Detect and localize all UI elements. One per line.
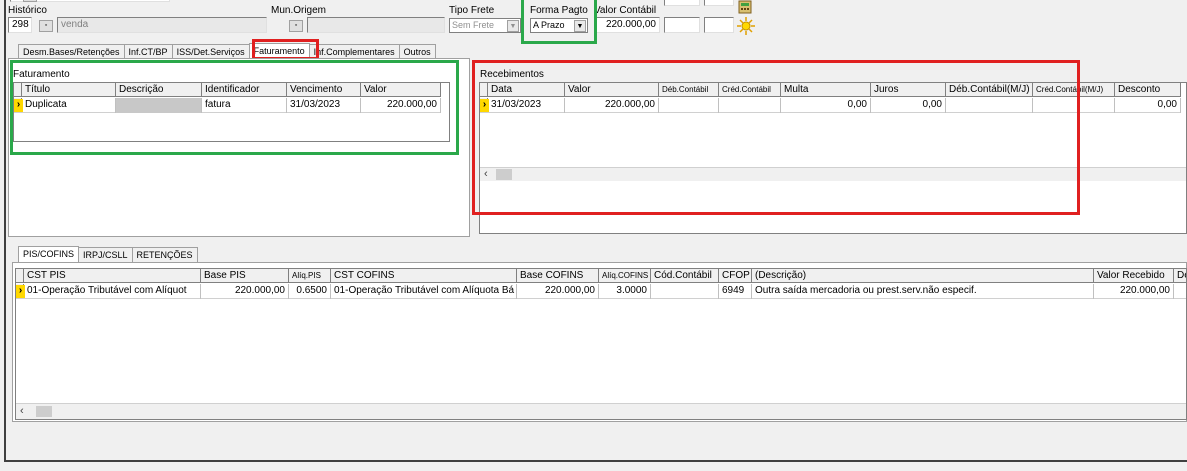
tab-outros[interactable]: Outros bbox=[398, 44, 436, 59]
historico-desc-field[interactable]: venda bbox=[57, 17, 267, 33]
cell-cst-cofins[interactable]: 01-Operação Tributável com Alíquota Bá bbox=[331, 284, 517, 299]
cell-valor-recebido[interactable]: 220.000,00 bbox=[1094, 284, 1174, 299]
tab-inf-complementares[interactable]: Inf.Complementares bbox=[308, 44, 400, 59]
cell-cst-pis[interactable]: 01-Operação Tributável com Alíquot bbox=[24, 284, 201, 299]
mun-origem-label: Mun.Origem bbox=[271, 5, 327, 16]
tab-iss-det-servicos[interactable]: ISS/Det.Serviços bbox=[171, 44, 250, 59]
current-row-icon: › bbox=[16, 285, 25, 298]
table-row[interactable]: › 01-Operação Tributável com Alíquot 220… bbox=[16, 284, 1186, 299]
tab-retencoes[interactable]: RETENÇÕES bbox=[131, 247, 198, 262]
pis-hscrollbar[interactable]: ‹ bbox=[16, 403, 1186, 419]
cell-base-pis[interactable]: 220.000,00 bbox=[201, 284, 289, 299]
tab-irpj-csll[interactable]: IRPJ/CSLL bbox=[78, 247, 133, 262]
col-cod-contabil[interactable]: Cód.Contábil bbox=[651, 269, 719, 283]
tab-desm-bases[interactable]: Desm.Bases/Retenções bbox=[18, 44, 125, 59]
cell-aliq-cofins[interactable]: 3.0000 bbox=[599, 284, 651, 299]
extra-field-2[interactable] bbox=[704, 17, 734, 33]
row-indicator-header bbox=[16, 269, 24, 282]
extra-field-top-1[interactable] bbox=[664, 0, 700, 6]
tipo-frete-value: Sem Frete bbox=[452, 20, 495, 30]
col-cfop[interactable]: CFOP bbox=[719, 269, 752, 283]
sparkle-icon[interactable] bbox=[737, 17, 755, 35]
col-base-pis[interactable]: Base PIS bbox=[201, 269, 289, 283]
cell-base-cofins[interactable]: 220.000,00 bbox=[517, 284, 599, 299]
pis-cofins-grid: CST PIS Base PIS Alíq.PIS CST COFINS Bas… bbox=[15, 268, 1187, 420]
bottom-tabbar: PIS/COFINS IRPJ/CSLL RETENÇÕES bbox=[18, 245, 198, 263]
col-desconto[interactable]: Desconto bbox=[1115, 83, 1181, 97]
tipo-frete-select[interactable]: Sem Frete ▼ bbox=[449, 18, 521, 33]
col-base-cofins[interactable]: Base COFINS bbox=[517, 269, 599, 283]
calculator-icon[interactable] bbox=[737, 0, 753, 14]
col-aliq-cofins[interactable]: Alíq.COFINS bbox=[599, 269, 651, 283]
scroll-left-icon[interactable]: ‹ bbox=[20, 405, 24, 417]
top-tabbar: Desm.Bases/Retenções Inf.CT/BP ISS/Det.S… bbox=[18, 42, 436, 60]
historico-lookup-button[interactable]: ▫ bbox=[39, 20, 53, 32]
col-descricao[interactable]: (Descrição) bbox=[752, 269, 1094, 283]
col-de[interactable]: De bbox=[1174, 269, 1186, 283]
mun-origem-field[interactable] bbox=[307, 17, 445, 33]
recebimentos-highlight bbox=[472, 60, 1080, 215]
scroll-thumb[interactable] bbox=[36, 406, 52, 417]
col-aliq-pis[interactable]: Alíq.PIS bbox=[289, 269, 331, 283]
col-valor-recebido[interactable]: Valor Recebido bbox=[1094, 269, 1174, 283]
cell-cfop[interactable]: 6949 bbox=[719, 284, 752, 299]
tipo-frete-label: Tipo Frete bbox=[449, 5, 495, 16]
valor-contabil-label: Valor Contábil bbox=[594, 5, 657, 16]
extra-field-top-2[interactable] bbox=[704, 0, 734, 6]
pis-grid-header: CST PIS Base PIS Alíq.PIS CST COFINS Bas… bbox=[16, 269, 1186, 283]
cell-de[interactable] bbox=[1174, 284, 1186, 299]
extra-field-1[interactable] bbox=[664, 17, 700, 33]
cell-descricao[interactable]: Outra saída mercadoria ou prest.serv.não… bbox=[752, 284, 1094, 299]
mun-origem-lookup-button[interactable]: ▫ bbox=[289, 20, 303, 32]
main-window: Histórico 298 ▫ venda Mun.Origem ▫ Tipo … bbox=[0, 0, 1187, 471]
historico-label: Histórico bbox=[8, 5, 47, 16]
status-bar bbox=[0, 462, 1187, 471]
tab-inf-ct-bp[interactable]: Inf.CT/BP bbox=[123, 44, 173, 59]
forma-pagto-highlight bbox=[521, 0, 597, 44]
cell-cod-contabil[interactable] bbox=[651, 284, 719, 299]
cell-desconto[interactable]: 0,00 bbox=[1115, 98, 1181, 113]
col-cst-pis[interactable]: CST PIS bbox=[24, 269, 201, 283]
cell-aliq-pis[interactable]: 0.6500 bbox=[289, 284, 331, 299]
chevron-down-icon: ▼ bbox=[507, 20, 519, 32]
row-indicator: › bbox=[16, 284, 25, 298]
tab-pis-cofins[interactable]: PIS/COFINS bbox=[18, 246, 80, 263]
faturamento-tab-highlight bbox=[252, 39, 319, 60]
lookup-button-top[interactable] bbox=[23, 0, 37, 2]
col-cst-cofins[interactable]: CST COFINS bbox=[331, 269, 517, 283]
faturamento-highlight bbox=[10, 60, 459, 155]
valor-contabil-field[interactable]: 220.000,00 bbox=[594, 17, 660, 33]
historico-code-field[interactable]: 298 bbox=[8, 17, 32, 33]
